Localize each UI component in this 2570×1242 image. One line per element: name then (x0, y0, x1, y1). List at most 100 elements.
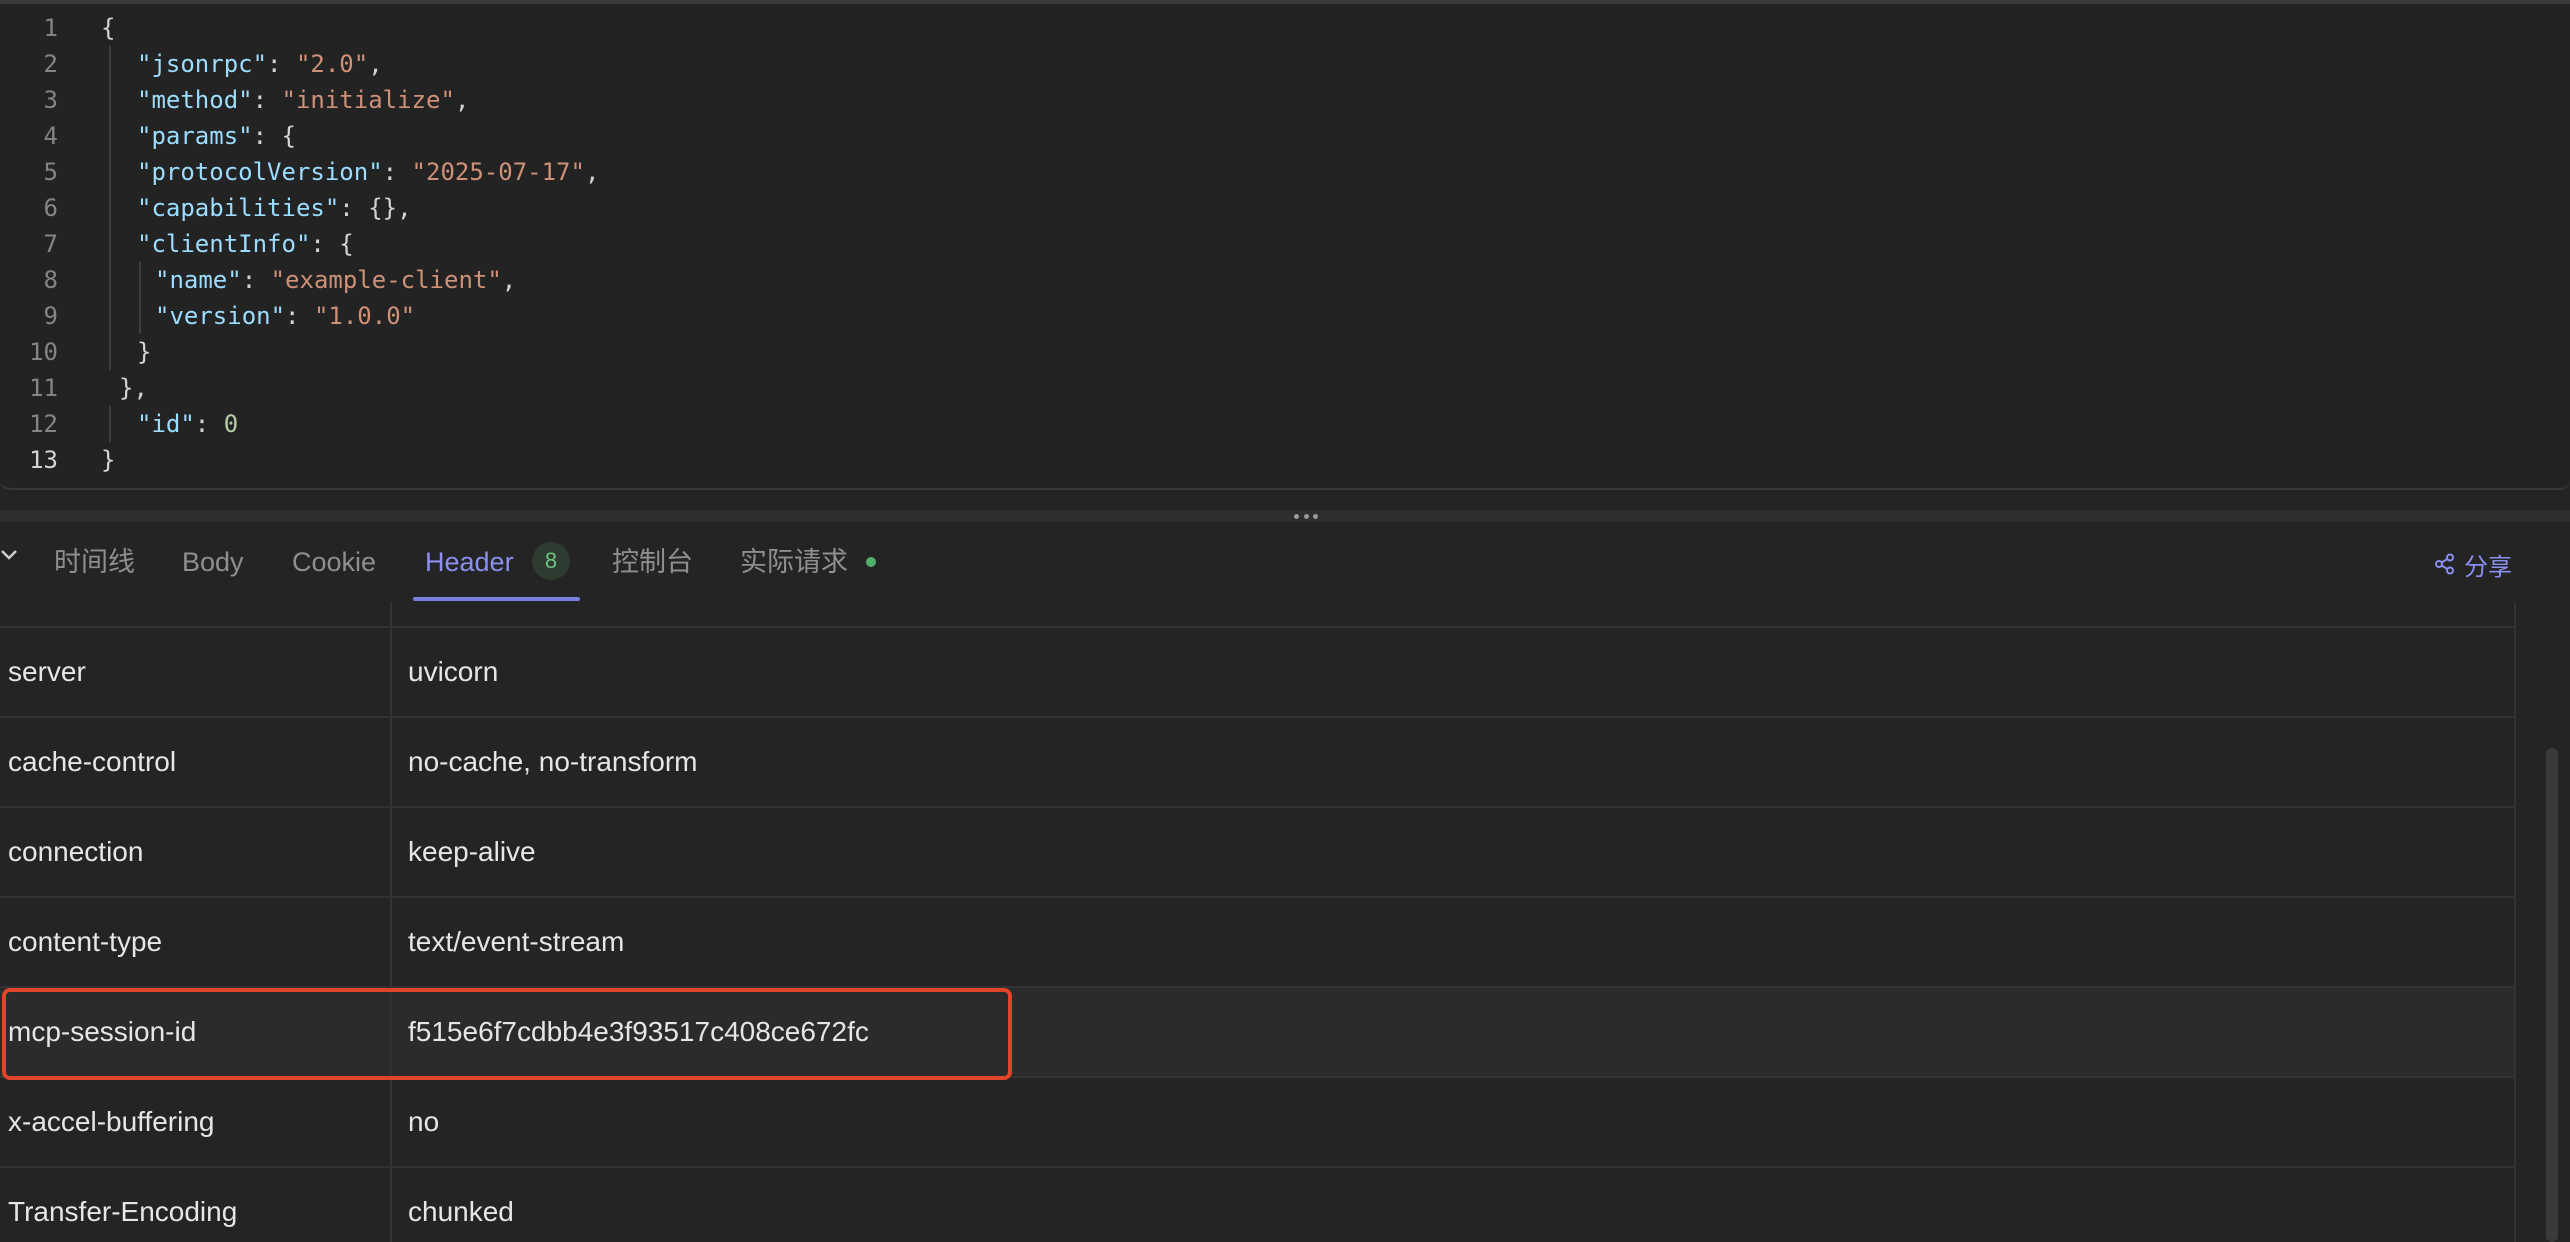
line-number: 9 (43, 302, 58, 330)
indent-guide (109, 154, 111, 190)
scrollbar-thumb[interactable] (2546, 748, 2558, 1242)
tab-actual-request[interactable]: 实际请求 (740, 540, 848, 584)
code-token: "2.0" (295, 50, 369, 78)
header-name: content-type (8, 926, 163, 957)
tab-body[interactable]: Body (182, 540, 244, 584)
code-token: : (285, 302, 314, 330)
header-name: Transfer-Encoding (8, 1196, 238, 1227)
status-dot-icon (866, 557, 876, 567)
indent-guide (109, 118, 111, 154)
code-token: , (501, 266, 517, 294)
tab-console[interactable]: 控制台 (612, 540, 693, 584)
row-divider (0, 626, 2516, 628)
indent-guide (139, 262, 141, 298)
share-label: 分享 (2464, 553, 2512, 581)
code-text: "jsonrpc": "2.0", (137, 46, 383, 82)
code-token: "2025-07-17" (411, 158, 585, 186)
code-text: "clientInfo": { (137, 226, 354, 262)
header-value: chunked (408, 1196, 514, 1227)
header-name: connection (8, 836, 144, 867)
code-text: "params": { (137, 118, 296, 154)
line-number: 6 (43, 194, 58, 222)
table-row: Transfer-Encoding chunked (0, 1168, 2516, 1242)
indent-guide (109, 226, 111, 262)
indent-guide (109, 298, 111, 334)
code-token: , (584, 158, 600, 186)
code-token: "name" (155, 266, 242, 294)
chevron-down-icon[interactable] (0, 546, 18, 564)
indent-guide (139, 298, 141, 334)
session-id-highlight (2, 988, 1012, 1080)
header-count-badge: 8 (532, 542, 570, 580)
share-button[interactable]: 分享 (2434, 544, 2512, 584)
header-value: no (408, 1106, 440, 1137)
code-token: "initialize" (281, 86, 455, 114)
code-text: "id": 0 (137, 406, 238, 442)
code-token: "capabilities" (137, 194, 340, 222)
line-number: 10 (29, 338, 58, 366)
code-text: "name": "example-client", (155, 262, 516, 298)
line-number: 13 (29, 446, 58, 474)
panel-splitter[interactable] (0, 510, 2570, 522)
active-tab-indicator (413, 597, 580, 601)
code-text: { (101, 10, 115, 46)
line-number: 1 (43, 14, 58, 42)
line-number: 12 (29, 410, 58, 438)
table-row: connection keep-alive (0, 808, 2516, 898)
header-name: cache-control (8, 746, 177, 777)
code-token: : (267, 50, 296, 78)
code-token: , (368, 50, 383, 78)
indent-guide (109, 46, 111, 82)
code-token: : (252, 86, 282, 114)
code-token: : { (310, 230, 354, 258)
code-text: } (137, 334, 151, 370)
header-value: keep-alive (408, 836, 536, 867)
table-row: content-type text/event-stream (0, 898, 2516, 988)
response-tabs: 时间线 Body Cookie Header 8 控制台 实际请求 分享 (0, 522, 2570, 602)
code-token: { (101, 14, 116, 42)
code-token: , (454, 86, 470, 114)
tab-timeline[interactable]: 时间线 (54, 540, 135, 584)
response-headers-table: Transfer-Encoding chunked x-accel-bufferin… (0, 602, 2516, 1242)
line-number: 4 (43, 122, 58, 150)
tab-header[interactable]: Header (425, 540, 514, 584)
tab-cookie[interactable]: Cookie (292, 540, 376, 584)
share-icon (2435, 553, 2454, 575)
line-number: 11 (29, 374, 58, 402)
indent-guide (109, 262, 111, 298)
code-token: : {}, (339, 194, 412, 222)
indent-guide (109, 334, 111, 370)
line-number: 2 (43, 50, 58, 78)
code-token: "method" (137, 86, 253, 114)
indent-guide (109, 82, 111, 118)
line-number: 8 (43, 266, 58, 294)
code-token: : (194, 410, 224, 438)
line-number: 7 (43, 230, 58, 258)
table-row: server uvicorn (0, 628, 2516, 718)
code-token: "protocolVersion" (137, 158, 383, 186)
code-text: "version": "1.0.0" (155, 298, 415, 334)
table-right-border (2514, 602, 2516, 1242)
request-body-editor[interactable]: 1 {2 "jsonrpc": "2.0", 3 "method": "initiali… (0, 0, 2570, 490)
code-token: } (101, 446, 116, 474)
drag-handle-icon[interactable] (1294, 514, 1318, 520)
table-row: cache-control no-cache, no-transform (0, 718, 2516, 808)
indent-guide (109, 190, 111, 226)
column-divider (390, 602, 392, 1242)
code-token: "id" (137, 410, 195, 438)
code-token: "1.0.0" (313, 302, 416, 330)
indent-guide (109, 406, 111, 442)
code-token: : { (252, 122, 296, 150)
line-number: 3 (43, 86, 58, 114)
header-value: uvicorn (408, 656, 499, 687)
code-token: "example-client" (270, 266, 502, 294)
code-token: : (241, 266, 271, 294)
code-text: "capabilities": {}, (137, 190, 412, 226)
line-number: 5 (43, 158, 58, 186)
code-token: "params" (137, 122, 253, 150)
code-token: }, (119, 374, 148, 402)
code-text: }, (119, 370, 148, 406)
code-token: 0 (223, 410, 239, 438)
code-text: "method": "initialize", (137, 82, 469, 118)
header-value: text/event-stream (408, 926, 625, 957)
